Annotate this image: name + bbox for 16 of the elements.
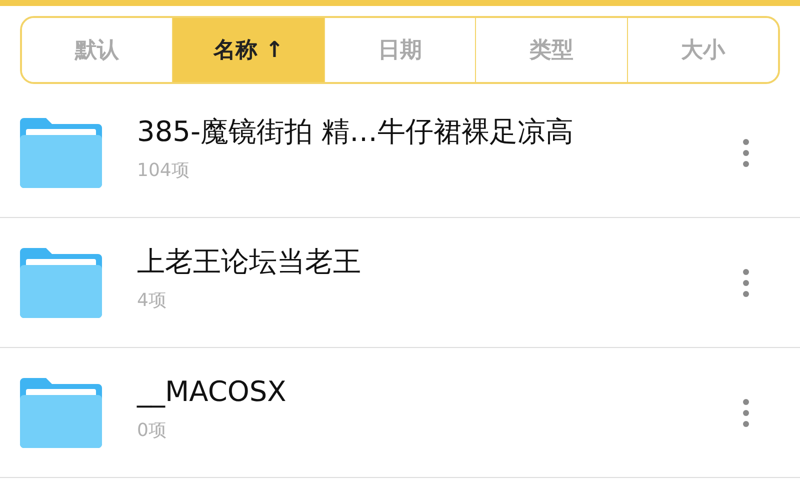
more-icon[interactable] — [742, 268, 750, 298]
folder-name: __MACOSX — [137, 374, 288, 410]
folder-name: 上老王论坛当老王 — [137, 244, 362, 280]
folder-row[interactable]: __MACOSX 0项 — [0, 348, 800, 478]
folder-icon — [20, 378, 102, 448]
folder-icon — [20, 118, 102, 188]
folder-name: 385-魔镜街拍 精…牛仔裙裸足凉高 — [137, 114, 574, 150]
more-icon[interactable] — [742, 138, 750, 168]
sort-tab[interactable]: 名称 ↑ — [172, 18, 324, 82]
folder-icon — [20, 248, 102, 318]
item-count: 104项 — [137, 159, 190, 183]
more-icon[interactable] — [742, 398, 750, 428]
folder-row[interactable]: 385-魔镜街拍 精…牛仔裙裸足凉高 104项 — [0, 88, 800, 218]
folder-row[interactable]: 上老王论坛当老王 4项 — [0, 218, 800, 348]
item-count: 4项 — [137, 289, 168, 313]
item-count: 0项 — [137, 419, 168, 443]
